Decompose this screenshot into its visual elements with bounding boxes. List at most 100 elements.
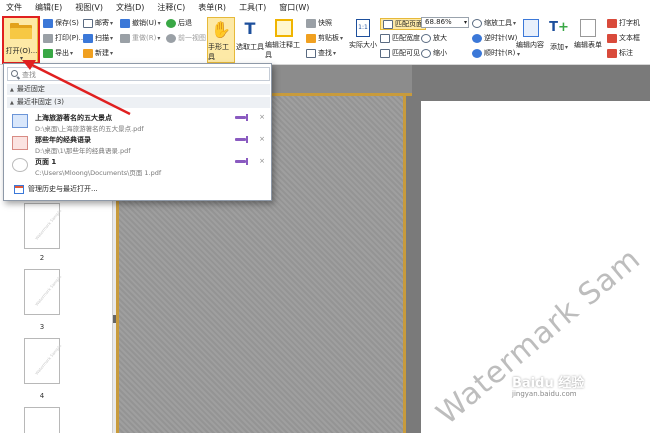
fit-visible-icon bbox=[380, 48, 390, 58]
find-button[interactable]: 查找 bbox=[306, 48, 336, 58]
pin-icon[interactable] bbox=[235, 136, 248, 143]
page-number: 4 bbox=[39, 392, 45, 400]
zoom-in-button[interactable]: 放大 bbox=[421, 33, 447, 43]
pinned-section-header[interactable]: ▲ 最近固定 bbox=[7, 84, 270, 95]
export-icon bbox=[43, 48, 53, 58]
fit-page-icon bbox=[383, 19, 393, 29]
menu-view[interactable]: 视图(V) bbox=[75, 2, 103, 13]
menu-tools[interactable]: 工具(T) bbox=[239, 2, 266, 13]
menu-document[interactable]: 文档(D) bbox=[116, 2, 144, 13]
undo-icon bbox=[120, 18, 130, 28]
menu-comment[interactable]: 注释(C) bbox=[157, 2, 185, 13]
email-button[interactable]: 邮寄 bbox=[83, 18, 113, 28]
zoom-out-button[interactable]: 缩小 bbox=[421, 48, 447, 58]
back-icon bbox=[166, 18, 176, 28]
edit-content-icon bbox=[523, 19, 539, 37]
manage-history-button[interactable]: 管理历史与最近打开... bbox=[14, 184, 98, 194]
rotate-cw-button[interactable]: 顺时针(R) bbox=[472, 48, 515, 58]
actual-size-icon: 1:1 bbox=[356, 19, 370, 37]
fit-visible-button[interactable]: 匹配可见 bbox=[380, 48, 420, 58]
textbox-icon bbox=[607, 33, 617, 43]
mail-icon bbox=[83, 18, 93, 28]
pdf-file-icon bbox=[12, 158, 28, 172]
menu-file[interactable]: 文件 bbox=[6, 2, 22, 13]
new-icon bbox=[83, 48, 93, 58]
camera-icon bbox=[306, 18, 316, 28]
recent-search-input[interactable]: 查找 bbox=[7, 67, 270, 81]
zoom-tool-button[interactable]: 缩放工具 bbox=[472, 18, 516, 28]
select-tool-button[interactable]: T 选取工具 bbox=[236, 17, 264, 63]
menu-window[interactable]: 窗口(W) bbox=[279, 2, 309, 13]
rotate-cw-icon bbox=[472, 48, 482, 58]
text-cursor-icon: T bbox=[244, 19, 256, 38]
fit-page-button[interactable]: 匹配页面 bbox=[380, 18, 426, 30]
actual-size-button[interactable]: 1:1 实际大小 bbox=[348, 17, 378, 63]
pdf-file-icon bbox=[12, 136, 28, 150]
page-number: 2 bbox=[39, 254, 45, 262]
baidu-url: jingyan.baidu.com bbox=[512, 390, 577, 398]
triangle-icon: ▲ bbox=[10, 100, 14, 106]
rotate-ccw-icon bbox=[472, 33, 482, 43]
clipboard-icon bbox=[306, 33, 316, 43]
undo-button[interactable]: 撤销(U) bbox=[120, 18, 161, 28]
redo-icon bbox=[120, 33, 130, 43]
calendar-icon bbox=[14, 184, 24, 194]
pin-icon[interactable] bbox=[235, 114, 248, 121]
scan-button[interactable]: 扫描 bbox=[83, 33, 113, 43]
add-icon: T+ bbox=[549, 20, 569, 35]
typewriter-button[interactable]: 打字机 bbox=[607, 18, 640, 28]
zoom-in-icon bbox=[421, 33, 431, 43]
search-icon bbox=[11, 70, 18, 77]
page-thumbnail[interactable]: Watermark Sample bbox=[24, 338, 62, 384]
annotation-cursor-icon bbox=[275, 19, 293, 37]
edit-form-button[interactable]: 编辑表单 bbox=[573, 17, 603, 63]
recent-file-item[interactable]: 页面 1 C:\Users\Mloong\Documents\页面 1.pdf … bbox=[7, 155, 270, 177]
callout-icon bbox=[607, 48, 617, 58]
chevron-down-icon: ▾ bbox=[463, 19, 467, 26]
magnifier-icon bbox=[472, 18, 482, 28]
rotate-ccw-button[interactable]: 逆时针(W) bbox=[472, 33, 517, 43]
typewriter-icon bbox=[607, 18, 617, 28]
page-number: 3 bbox=[39, 323, 45, 331]
zoom-select[interactable]: 68.86% ▾ bbox=[421, 17, 469, 28]
edit-form-icon bbox=[580, 19, 596, 37]
pdf-file-icon bbox=[12, 114, 28, 128]
textbox-button[interactable]: 文本框 bbox=[607, 33, 640, 43]
back-button[interactable]: 后退 bbox=[166, 18, 192, 28]
pin-icon[interactable] bbox=[235, 158, 248, 165]
page-thumbnail[interactable]: Watermark Sample bbox=[24, 203, 62, 249]
prev-view-button[interactable]: 前一视图 bbox=[166, 33, 206, 43]
page-thumbnail[interactable] bbox=[24, 407, 60, 433]
add-button[interactable]: T+ 添加 bbox=[548, 17, 570, 63]
hand-icon: ✋ bbox=[211, 20, 231, 39]
fit-width-button[interactable]: 匹配宽度 bbox=[380, 33, 420, 43]
recent-file-item[interactable]: 上海旅游著名的五大景点 D:\桌面\上海旅游著名的五大景点.pdf × bbox=[7, 111, 270, 133]
close-icon[interactable]: × bbox=[259, 135, 265, 143]
save-button[interactable]: 保存(S) bbox=[43, 18, 79, 28]
callout-button[interactable]: 标注 bbox=[607, 48, 633, 58]
redo-button[interactable]: 重做(R) bbox=[120, 33, 160, 43]
recent-file-item[interactable]: 那些年的经典语录 D:\桌面\1\那些年的经典语录.pdf × bbox=[7, 133, 270, 155]
new-button[interactable]: 新建 bbox=[83, 48, 113, 58]
snapshot-button[interactable]: 快照 bbox=[306, 18, 332, 28]
page-thumbnail[interactable]: Watermark Sample bbox=[24, 269, 62, 315]
scan-icon bbox=[83, 33, 93, 43]
clipboard-button[interactable]: 剪贴板 bbox=[306, 33, 343, 43]
print-icon bbox=[43, 33, 53, 43]
edit-annotation-tool-button[interactable]: 编辑注释工具 bbox=[265, 17, 303, 63]
baidu-logo: Baidu 经验 bbox=[512, 376, 585, 391]
close-icon[interactable]: × bbox=[259, 157, 265, 165]
unpinned-section-header[interactable]: ▲ 最近非固定 (3) bbox=[7, 97, 270, 108]
menu-bar: 文件 编辑(E) 视图(V) 文档(D) 注释(C) 表单(R) 工具(T) 窗… bbox=[0, 0, 650, 15]
hand-tool-button[interactable]: ✋ 手形工具 bbox=[207, 17, 235, 63]
fit-width-icon bbox=[380, 33, 390, 43]
print-button[interactable]: 打印(P)... bbox=[43, 33, 85, 43]
zoom-out-icon bbox=[421, 48, 431, 58]
menu-edit[interactable]: 编辑(E) bbox=[35, 2, 62, 13]
find-icon bbox=[306, 48, 316, 58]
export-button[interactable]: 导出 bbox=[43, 48, 73, 58]
menu-form[interactable]: 表单(R) bbox=[198, 2, 226, 13]
recent-files-dropdown: 查找 ▲ 最近固定 ▲ 最近非固定 (3) 上海旅游著名的五大景点 D:\桌面\上海… bbox=[3, 63, 272, 201]
edit-content-button[interactable]: 编辑内容 bbox=[516, 17, 546, 63]
close-icon[interactable]: × bbox=[259, 113, 265, 121]
